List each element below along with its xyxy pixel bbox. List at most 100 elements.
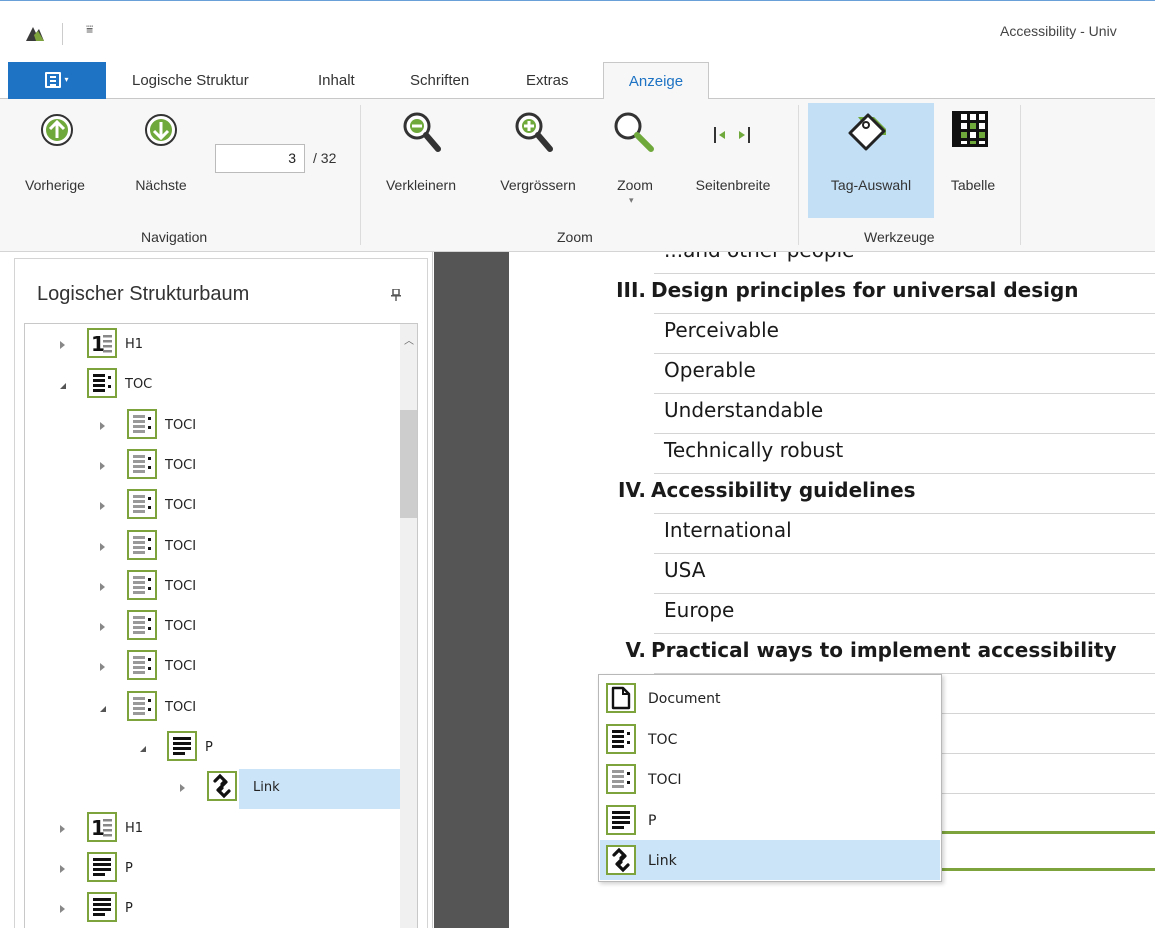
- toc-entry[interactable]: ...and other people: [654, 252, 1155, 274]
- scrollbar-thumb[interactable]: [400, 410, 417, 518]
- tree-node-label: H1: [125, 337, 144, 352]
- toc-entry-text: International: [664, 518, 792, 542]
- toc-entry[interactable]: III. Design principles for universal desi…: [616, 274, 1155, 314]
- app-logo-icon[interactable]: [24, 23, 46, 43]
- expand-arrow-icon[interactable]: [100, 582, 105, 591]
- page-width-label: Seitenbreite: [695, 177, 771, 193]
- toc-entry[interactable]: Operable: [654, 354, 1155, 394]
- tree-node[interactable]: P: [25, 729, 402, 769]
- toc-entry-text: Practical ways to implement accessibilit…: [651, 638, 1117, 662]
- toc-entry[interactable]: IV. Accessibility guidelines: [618, 474, 1155, 514]
- next-button[interactable]: Nächste: [124, 103, 198, 218]
- tab-anzeige[interactable]: Anzeige: [603, 62, 709, 100]
- expand-arrow-icon[interactable]: [60, 864, 65, 873]
- tree-node[interactable]: 1 H1: [25, 810, 402, 850]
- page-number-input[interactable]: 3: [215, 144, 305, 173]
- link-tag-icon: [606, 845, 636, 875]
- table-button[interactable]: Tabelle: [940, 103, 1006, 218]
- expand-arrow-icon[interactable]: [180, 784, 185, 793]
- toc-entry[interactable]: USA: [654, 554, 1155, 594]
- paragraph-tag-icon: [87, 892, 117, 923]
- tree-node-label: TOC: [125, 377, 153, 393]
- tag-path-item[interactable]: Document: [600, 678, 940, 718]
- expand-arrow-icon[interactable]: [100, 623, 105, 632]
- table-label: Tabelle: [950, 177, 996, 193]
- tree-node[interactable]: P: [25, 890, 402, 928]
- toc-entry[interactable]: Technically robust: [654, 434, 1155, 474]
- collapse-arrow-icon[interactable]: [60, 383, 66, 390]
- tree-node[interactable]: TOC: [25, 366, 402, 406]
- tree-node[interactable]: 1 H1: [25, 326, 402, 366]
- tree-node-label: TOCI: [165, 538, 197, 554]
- tab-extras[interactable]: Extras: [526, 72, 569, 89]
- toci-tag-icon: [127, 690, 157, 721]
- tree-node-label: TOCI: [165, 498, 197, 514]
- tree-node-label: TOCI: [165, 619, 197, 635]
- tag-path-popup[interactable]: Document TOC TOCI P Link: [598, 674, 942, 882]
- toc-entry-text: Technically robust: [664, 438, 844, 462]
- expand-arrow-icon[interactable]: [100, 502, 105, 511]
- arrow-up-circle-icon: [41, 114, 73, 146]
- zoom-dropdown-button[interactable]: Zoom ▾: [605, 103, 665, 218]
- toc-entry[interactable]: International: [654, 514, 1155, 554]
- zoom-out-button[interactable]: Verkleinern: [372, 103, 470, 218]
- zoom-in-button[interactable]: Vergrössern: [486, 103, 590, 218]
- expand-arrow-icon[interactable]: [100, 461, 105, 470]
- tag-select-button[interactable]: Tag-Auswahl: [808, 103, 934, 218]
- tree-node[interactable]: P: [25, 850, 402, 890]
- tag-path-item[interactable]: P: [600, 800, 940, 840]
- tag-path-item[interactable]: TOC: [600, 719, 940, 759]
- tree-node-label: TOCI: [165, 457, 197, 473]
- group-separator: [798, 105, 799, 245]
- tab-schriften[interactable]: Schriften: [410, 72, 469, 89]
- toci-tag-icon: [127, 569, 157, 600]
- expand-arrow-icon[interactable]: [60, 905, 65, 914]
- structure-tree[interactable]: 1 H1 TOC TOCI TOCI TOCI TOCI TOCI TOCI TOCI TOCI P L…: [24, 323, 418, 928]
- group-separator: [360, 105, 361, 245]
- tag-path-item[interactable]: TOCI: [600, 759, 940, 799]
- chevron-down-icon: ▾: [629, 195, 634, 205]
- expand-arrow-icon[interactable]: [100, 421, 105, 430]
- toc-entry-text: Europe: [664, 598, 735, 622]
- tree-node[interactable]: TOCI: [25, 528, 402, 568]
- toc-entry[interactable]: Understandable: [654, 394, 1155, 434]
- tab-inhalt[interactable]: Inhalt: [318, 72, 355, 89]
- group-separator: [1020, 105, 1021, 245]
- collapse-arrow-icon[interactable]: [100, 705, 106, 712]
- page-width-button[interactable]: Seitenbreite: [680, 103, 786, 218]
- previous-button[interactable]: Vorherige: [24, 103, 86, 218]
- tab-logische-struktur[interactable]: Logische Struktur: [132, 72, 249, 89]
- scroll-up-icon[interactable]: ︿: [404, 332, 414, 347]
- zoom-label: Zoom: [617, 177, 653, 193]
- tree-node[interactable]: TOCI: [25, 447, 402, 487]
- expand-arrow-icon[interactable]: [60, 341, 65, 349]
- tree-node[interactable]: TOCI: [25, 648, 402, 688]
- paragraph-tag-icon: [606, 804, 636, 835]
- tree-node-label: H1: [125, 820, 144, 836]
- toc-entry-text: Understandable: [664, 398, 824, 422]
- expand-arrow-icon[interactable]: [60, 824, 65, 833]
- tag-path-item[interactable]: Link: [600, 840, 940, 880]
- tree-node[interactable]: TOCI: [25, 608, 402, 648]
- expand-arrow-icon[interactable]: [100, 542, 105, 551]
- collapse-arrow-icon[interactable]: [140, 746, 146, 752]
- tree-node[interactable]: Link: [25, 769, 402, 810]
- toc-entry[interactable]: V. Practical ways to implement accessibil…: [626, 634, 1155, 674]
- paragraph-tag-icon: [87, 851, 117, 882]
- tree-node-label: P: [125, 901, 133, 917]
- file-menu-button[interactable]: ▾: [8, 62, 106, 99]
- tree-node[interactable]: TOCI: [25, 689, 402, 729]
- toc-entry[interactable]: Europe: [654, 594, 1155, 634]
- tree-scrollbar[interactable]: ︿: [400, 324, 417, 928]
- tree-node[interactable]: TOCI: [25, 568, 402, 608]
- zoom-out-label: Verkleinern: [385, 177, 457, 193]
- expand-arrow-icon[interactable]: [100, 663, 105, 672]
- tree-node[interactable]: TOCI: [25, 487, 402, 527]
- toc-entry[interactable]: Perceivable: [654, 314, 1155, 354]
- tree-node[interactable]: TOCI: [25, 407, 402, 447]
- page-gutter: [434, 252, 509, 928]
- pin-icon[interactable]: [391, 289, 401, 301]
- tag-path-item-label: Document: [648, 691, 721, 707]
- toc-entry-text: Perceivable: [664, 318, 779, 342]
- quick-access-dropdown-icon[interactable]: ⩸: [86, 22, 93, 37]
